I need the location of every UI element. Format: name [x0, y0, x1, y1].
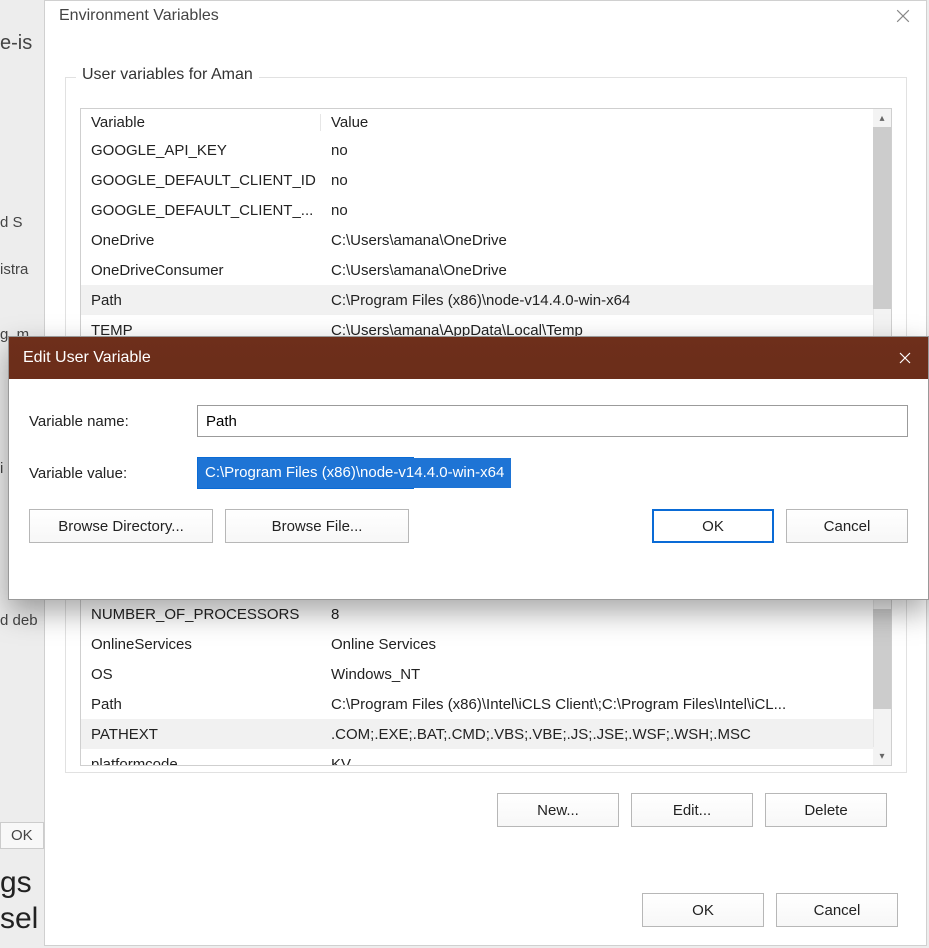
- edit-button[interactable]: Edit...: [631, 793, 753, 827]
- cell-value: no: [321, 172, 873, 189]
- bg-hint: gs: [0, 866, 32, 900]
- cell-variable: GOOGLE_DEFAULT_CLIENT_...: [81, 202, 321, 219]
- dialog-titlebar[interactable]: Edit User Variable: [9, 337, 928, 379]
- cell-value: .COM;.EXE;.BAT;.CMD;.VBS;.VBE;.JS;.JSE;.…: [321, 726, 873, 743]
- table-header[interactable]: Variable Value: [81, 109, 891, 135]
- scroll-up-icon[interactable]: ▴: [873, 109, 891, 127]
- cell-value: Online Services: [321, 636, 873, 653]
- cell-value: C:\Users\amana\OneDrive: [321, 262, 873, 279]
- table-row[interactable]: PathC:\Program Files (x86)\node-v14.4.0-…: [81, 285, 873, 315]
- cell-variable: GOOGLE_API_KEY: [81, 142, 321, 159]
- delete-button[interactable]: Delete: [765, 793, 887, 827]
- variable-name-input[interactable]: [197, 405, 908, 437]
- col-value[interactable]: Value: [321, 114, 891, 131]
- table-row[interactable]: OneDriveC:\Users\amana\OneDrive: [81, 225, 873, 255]
- cell-value: no: [321, 202, 873, 219]
- cell-variable: GOOGLE_DEFAULT_CLIENT_ID: [81, 172, 321, 189]
- cell-variable: NUMBER_OF_PROCESSORS: [81, 606, 321, 623]
- env-okcancel-row: OK Cancel: [642, 893, 898, 927]
- cell-variable: OnlineServices: [81, 636, 321, 653]
- cell-variable: OneDrive: [81, 232, 321, 249]
- cell-value: 8: [321, 606, 873, 623]
- cell-variable: Path: [81, 292, 321, 309]
- cell-value: C:\Users\amana\OneDrive: [321, 232, 873, 249]
- variable-value-label: Variable value:: [29, 465, 197, 482]
- bg-hint: i: [0, 460, 3, 477]
- user-group-legend: User variables for Aman: [76, 66, 259, 84]
- close-icon[interactable]: [882, 337, 928, 379]
- bg-ok-button[interactable]: OK: [0, 822, 44, 849]
- env-titlebar[interactable]: Environment Variables: [45, 1, 926, 31]
- ok-button[interactable]: OK: [642, 893, 764, 927]
- user-variables-table[interactable]: Variable Value GOOGLE_API_KEYnoGOOGLE_DE…: [80, 108, 892, 356]
- bg-hint: d S: [0, 214, 23, 231]
- cell-variable: Path: [81, 696, 321, 713]
- table-row[interactable]: GOOGLE_API_KEYno: [81, 135, 873, 165]
- scroll-down-icon[interactable]: ▾: [873, 747, 891, 765]
- table-row[interactable]: PATHEXT.COM;.EXE;.BAT;.CMD;.VBS;.VBE;.JS…: [81, 719, 873, 749]
- cancel-button[interactable]: Cancel: [786, 509, 908, 543]
- scrollbar[interactable]: ▴ ▾: [873, 109, 891, 355]
- scroll-thumb[interactable]: [873, 127, 891, 309]
- user-variables-group: User variables for Aman Variable Value G…: [65, 77, 907, 371]
- scrollbar[interactable]: ▾: [873, 599, 891, 765]
- env-title: Environment Variables: [59, 7, 219, 25]
- system-buttons-row: New... Edit... Delete: [65, 793, 905, 827]
- system-variables-group: NUMBER_OF_PROCESSORS8OnlineServicesOnlin…: [65, 591, 907, 773]
- cell-value: C:\Program Files (x86)\node-v14.4.0-win-…: [321, 292, 873, 309]
- cell-variable: platformcode: [81, 756, 321, 766]
- browse-directory-button[interactable]: Browse Directory...: [29, 509, 213, 543]
- table-row[interactable]: GOOGLE_DEFAULT_CLIENT_IDno: [81, 165, 873, 195]
- cell-variable: OneDriveConsumer: [81, 262, 321, 279]
- bg-hint: e-is: [0, 32, 32, 55]
- system-variables-table[interactable]: NUMBER_OF_PROCESSORS8OnlineServicesOnlin…: [80, 598, 892, 766]
- cell-value: Windows_NT: [321, 666, 873, 683]
- browse-file-button[interactable]: Browse File...: [225, 509, 409, 543]
- table-row[interactable]: NUMBER_OF_PROCESSORS8: [81, 599, 873, 629]
- cell-value: no: [321, 142, 873, 159]
- edit-user-variable-dialog: Edit User Variable Variable name: Variab…: [8, 336, 929, 600]
- table-row[interactable]: OSWindows_NT: [81, 659, 873, 689]
- table-row[interactable]: OneDriveConsumerC:\Users\amana\OneDrive: [81, 255, 873, 285]
- table-row[interactable]: platformcodeKV: [81, 749, 873, 765]
- ok-button[interactable]: OK: [652, 509, 774, 543]
- dialog-title: Edit User Variable: [23, 349, 151, 367]
- bg-hint: sel: [0, 902, 38, 936]
- variable-value-input[interactable]: [197, 457, 414, 489]
- cell-value: KV: [321, 756, 873, 766]
- new-button[interactable]: New...: [497, 793, 619, 827]
- table-row[interactable]: OnlineServicesOnline Services: [81, 629, 873, 659]
- cell-variable: OS: [81, 666, 321, 683]
- cell-value: C:\Program Files (x86)\Intel\iCLS Client…: [321, 696, 873, 713]
- col-variable[interactable]: Variable: [81, 114, 321, 131]
- variable-name-label: Variable name:: [29, 413, 197, 430]
- bg-hint: d deb: [0, 612, 38, 629]
- table-row[interactable]: GOOGLE_DEFAULT_CLIENT_...no: [81, 195, 873, 225]
- table-row[interactable]: PathC:\Program Files (x86)\Intel\iCLS Cl…: [81, 689, 873, 719]
- bg-hint: istra: [0, 261, 28, 278]
- scroll-thumb[interactable]: [873, 609, 891, 709]
- cell-variable: PATHEXT: [81, 726, 321, 743]
- close-icon[interactable]: [894, 7, 912, 25]
- cancel-button[interactable]: Cancel: [776, 893, 898, 927]
